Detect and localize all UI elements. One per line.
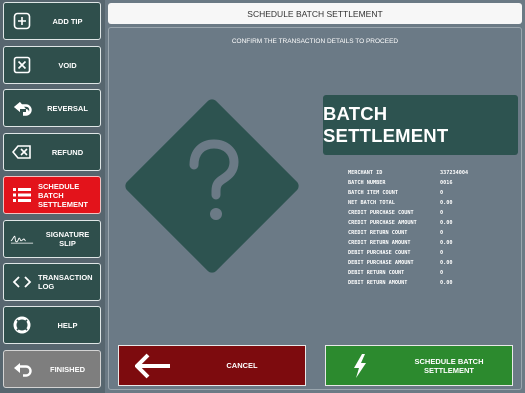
transaction-log-label: TRANSACTION LOG <box>38 273 93 291</box>
list-icon <box>10 177 34 213</box>
detail-row: BATCH ITEM COUNT 0 <box>348 190 444 196</box>
detail-row: DEBIT RETURN AMOUNT 0.00 <box>348 280 453 286</box>
lightning-icon <box>352 346 368 385</box>
help-button[interactable]: HELP <box>3 306 101 344</box>
signature-slip-button[interactable]: SIGNATURE SLIP <box>3 220 101 258</box>
detail-row: DEBIT PURCHASE COUNT 0 <box>348 250 444 256</box>
detail-row: CREDIT PURCHASE AMOUNT 0.00 <box>348 220 453 226</box>
reversal-button[interactable]: REVERSAL <box>3 89 101 127</box>
return-arrow-icon <box>10 351 34 387</box>
detail-row: CREDIT PURCHASE COUNT 0 <box>348 210 444 216</box>
backspace-icon <box>10 134 34 170</box>
void-button[interactable]: VOID <box>3 46 101 84</box>
schedule-batch-settlement-label: SCHEDULE BATCH SETTLEMENT <box>38 181 88 209</box>
batch-settlement-banner: BATCH SETTLEMENT <box>323 95 518 155</box>
plus-square-icon <box>10 3 34 39</box>
detail-row: MERCHANT ID 337234004 <box>348 170 469 176</box>
detail-row: NET BATCH TOTAL 0.00 <box>348 200 453 206</box>
refund-label: REFUND <box>51 147 84 157</box>
confirm-label: SCHEDULE BATCH SETTLEMENT <box>414 356 484 375</box>
question-diamond-icon <box>116 90 308 287</box>
detail-row: CREDIT RETURN AMOUNT 0.00 <box>348 240 453 246</box>
lifebuoy-icon <box>10 307 34 343</box>
add-tip-label: ADD TIP <box>52 16 83 26</box>
add-tip-button[interactable]: ADD TIP <box>3 2 101 40</box>
main-panel: CONFIRM THE TRANSACTION DETAILS TO PROCE… <box>108 27 522 390</box>
void-label: VOID <box>58 60 77 70</box>
signature-slip-label: SIGNATURE SLIP <box>45 230 90 248</box>
cancel-button[interactable]: CANCEL <box>118 345 306 386</box>
finished-label: FINISHED <box>49 364 85 374</box>
detail-row: DEBIT RETURN COUNT 0 <box>348 270 444 276</box>
detail-row: BATCH NUMBER 0016 <box>348 180 453 186</box>
schedule-batch-settlement-button[interactable]: SCHEDULE BATCH SETTLEMENT <box>3 176 101 214</box>
cancel-label: CANCEL <box>226 361 258 370</box>
code-brackets-icon <box>10 264 34 300</box>
signature-icon <box>10 221 34 257</box>
reverse-arrow-icon <box>10 90 34 126</box>
schedule-batch-settlement-confirm-button[interactable]: SCHEDULE BATCH SETTLEMENT <box>325 345 513 386</box>
arrow-left-icon <box>135 346 171 385</box>
instruction-text: CONFIRM THE TRANSACTION DETAILS TO PROCE… <box>231 38 399 45</box>
sidebar: ADD TIP VOID REVERSAL REFUND SCHEDULE BA… <box>0 0 105 393</box>
transaction-details: MERCHANT ID 337234004 BATCH NUMBER 0016 BA… <box>348 170 468 290</box>
refund-button[interactable]: REFUND <box>3 133 101 171</box>
detail-row: CREDIT RETURN COUNT 0 <box>348 230 444 236</box>
detail-row: DEBIT PURCHASE AMOUNT 0.00 <box>348 260 453 266</box>
finished-button[interactable]: FINISHED <box>3 350 101 388</box>
page-title: SCHEDULE BATCH SETTLEMENT <box>108 3 522 24</box>
x-square-icon <box>10 47 34 83</box>
help-label: HELP <box>57 320 78 330</box>
reversal-label: REVERSAL <box>47 103 88 113</box>
transaction-log-button[interactable]: TRANSACTION LOG <box>3 263 101 301</box>
